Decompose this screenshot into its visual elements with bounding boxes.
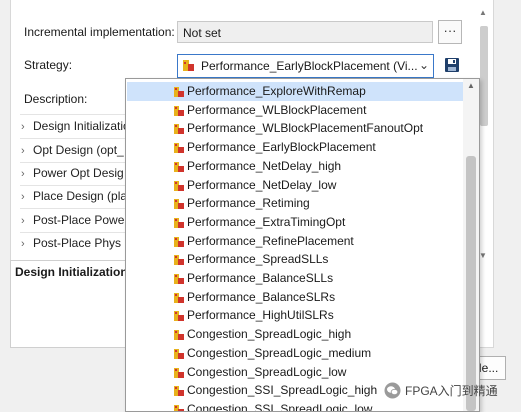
strategy-option[interactable]: Performance_WLBlockPlacement — [127, 101, 464, 120]
tree-divider — [20, 208, 132, 209]
strategy-icon — [174, 180, 184, 191]
strategy-icon — [174, 87, 184, 97]
tree-divider — [20, 232, 132, 233]
tree-divider — [20, 138, 132, 139]
expand-icon[interactable]: › — [21, 168, 33, 180]
strategy-icon — [174, 236, 184, 247]
strategy-option[interactable]: Congestion_SpreadLogic_medium — [127, 344, 464, 363]
strategy-option-label: Performance_EarlyBlockPlacement — [187, 140, 376, 155]
strategy-dropdown-list[interactable]: Performance_ExploreWithRemap Performance_… — [125, 78, 480, 412]
browse-button[interactable]: ··· — [438, 20, 462, 44]
tree-item-power-opt-design[interactable]: › Power Opt Desig — [21, 166, 131, 184]
scroll-down-arrow-icon[interactable]: ▼ — [479, 251, 487, 260]
strategy-icon — [174, 311, 184, 322]
scroll-up-arrow-icon[interactable]: ▲ — [467, 81, 475, 90]
strategy-icon — [174, 386, 184, 397]
strategy-option-label: Congestion_SpreadLogic_low — [187, 364, 347, 379]
strategy-icon — [174, 255, 184, 266]
strategy-option-label: Performance_RefinePlacement — [187, 233, 354, 248]
chevron-down-icon[interactable]: ⌄ — [419, 58, 429, 72]
expand-icon[interactable]: › — [21, 215, 33, 227]
strategy-icon — [174, 274, 184, 284]
strategy-option[interactable]: Congestion_SpreadLogic_low — [127, 363, 464, 382]
tree-item-place-design[interactable]: › Place Design (pla — [21, 189, 131, 207]
strategy-option[interactable]: Performance_RefinePlacement — [127, 232, 464, 251]
strategy-icon — [174, 367, 184, 378]
strategy-option-label: Performance_HighUtilSLRs — [187, 308, 334, 323]
scrollbar-thumb[interactable] — [480, 26, 488, 126]
dropdown-scrollbar-thumb[interactable] — [466, 156, 476, 411]
strategy-option-label: Performance_WLBlockPlacement — [187, 102, 367, 117]
strategy-option-label: Congestion_SSI_SpreadLogic_low — [187, 401, 373, 412]
strategy-option[interactable]: Performance_SpreadSLLs — [127, 250, 464, 269]
tree-divider — [20, 162, 132, 163]
strategy-icon — [174, 404, 184, 411]
strategy-option[interactable]: Performance_NetDelay_low — [127, 176, 464, 195]
expand-icon[interactable]: › — [21, 238, 33, 250]
description-label: Description: — [24, 92, 88, 106]
strategy-option-label: Performance_WLBlockPlacementFanoutOpt — [187, 121, 424, 136]
strategy-option-label: Performance_BalanceSLRs — [187, 289, 336, 304]
strategy-option[interactable]: Performance_ExploreWithRemap — [127, 82, 464, 101]
tree-item-design-initialization[interactable]: › Design Initializatio — [21, 119, 131, 137]
strategy-option-label: Performance_ExtraTimingOpt — [187, 214, 346, 229]
tree-divider — [20, 114, 132, 115]
strategy-option[interactable]: Performance_BalanceSLLs — [127, 269, 464, 288]
expand-icon[interactable]: › — [21, 121, 33, 133]
strategy-icon — [174, 143, 184, 154]
watermark: FPGA入门到精通 — [384, 382, 498, 402]
strategy-value: Performance_EarlyBlockPlacement (Vi... — [201, 59, 418, 73]
strategy-option-label: Congestion_SSI_SpreadLogic_high — [187, 383, 378, 398]
tree-item-opt-design[interactable]: › Opt Design (opt_ — [21, 143, 131, 161]
expand-icon[interactable]: › — [21, 145, 33, 157]
strategy-option-label: Performance_ExploreWithRemap — [187, 84, 366, 98]
description-panel: Design Initialization — [10, 260, 134, 348]
scroll-up-arrow-icon[interactable]: ▲ — [479, 8, 487, 17]
strategy-option-label: Performance_SpreadSLLs — [187, 252, 329, 267]
tree-item-post-place-power[interactable]: › Post-Place Powe — [21, 213, 131, 231]
strategy-option-label: Congestion_SpreadLogic_medium — [187, 345, 372, 360]
expand-icon[interactable]: › — [21, 191, 33, 203]
strategy-option[interactable]: Performance_WLBlockPlacementFanoutOpt — [127, 119, 464, 138]
strategy-icon — [174, 292, 184, 303]
strategy-option[interactable]: Performance_Retiming — [127, 194, 464, 213]
strategy-option-label: Congestion_SpreadLogic_high — [187, 327, 352, 342]
strategy-icon — [174, 105, 184, 116]
description-title: Design Initialization — [15, 265, 128, 279]
strategy-icon — [174, 217, 184, 228]
strategy-option[interactable]: Performance_HighUtilSLRs — [127, 306, 464, 325]
strategy-option-label: Performance_NetDelay_low — [187, 177, 337, 192]
watermark-text: FPGA入门到精通 — [405, 384, 498, 398]
strategy-option[interactable]: Congestion_SpreadLogic_high — [127, 325, 464, 344]
strategy-option[interactable]: Performance_NetDelay_high — [127, 157, 464, 176]
tree-item-post-place-phys[interactable]: › Post-Place Phys — [21, 236, 131, 254]
strategy-icon — [183, 60, 194, 71]
strategy-icon — [174, 124, 184, 135]
strategy-option-label: Performance_NetDelay_high — [187, 158, 342, 173]
incremental-field[interactable]: Not set — [177, 21, 433, 43]
strategy-option[interactable]: Performance_EarlyBlockPlacement — [127, 138, 464, 157]
strategy-combobox[interactable]: Performance_EarlyBlockPlacement (Vi... ⌄ — [177, 54, 434, 78]
strategy-icon — [174, 330, 184, 341]
strategy-option[interactable]: Performance_BalanceSLRs — [127, 288, 464, 307]
strategy-option[interactable]: Performance_ExtraTimingOpt — [127, 213, 464, 232]
wechat-icon — [384, 382, 401, 399]
strategy-label: Strategy: — [24, 58, 73, 72]
dropdown-scrollbar[interactable]: ▲ — [463, 79, 479, 411]
strategy-option-label: Performance_Retiming — [187, 196, 310, 211]
strategy-icon — [174, 348, 184, 359]
strategy-icon — [174, 161, 184, 172]
strategy-icon — [174, 199, 184, 210]
incremental-label: Incremental implementation: — [24, 25, 175, 39]
tree-divider — [20, 185, 132, 186]
save-icon[interactable] — [444, 57, 460, 73]
strategy-option-label: Performance_BalanceSLLs — [187, 271, 334, 285]
